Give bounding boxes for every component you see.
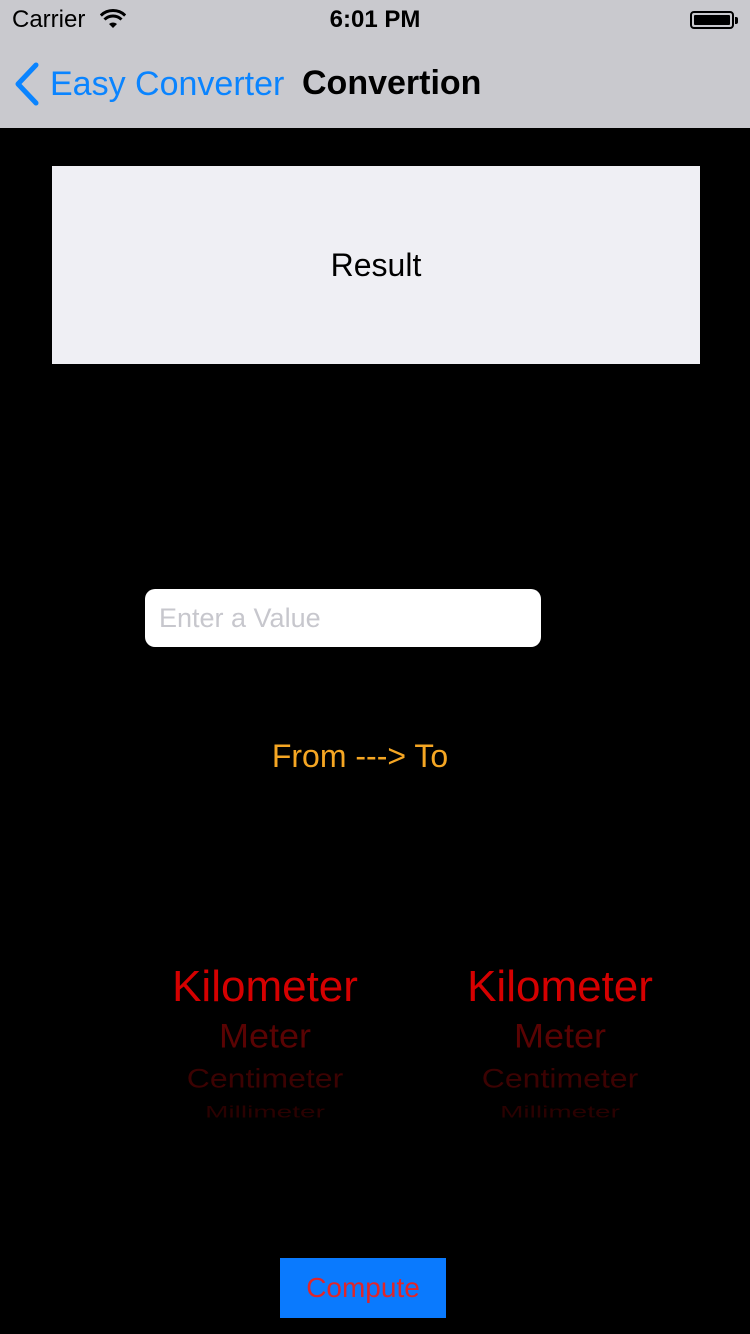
result-label: Result xyxy=(330,246,422,283)
navigation-bar: Carrier 6:01 PM Easy Converter Convertio… xyxy=(0,0,750,128)
from-unit-picker[interactable]: Kilometer Meter Centimeter Millimeter xyxy=(130,960,400,1130)
back-button-label: Easy Converter xyxy=(50,64,285,103)
picker-option[interactable]: Meter xyxy=(130,1016,400,1056)
status-bar: Carrier 6:01 PM xyxy=(0,0,750,40)
chevron-left-icon xyxy=(14,62,40,106)
picker-option[interactable]: Millimeter xyxy=(130,1102,400,1121)
to-unit-picker[interactable]: Kilometer Meter Centimeter Millimeter xyxy=(410,960,710,1130)
direction-label: From ---> To xyxy=(271,738,449,774)
picker-option-selected[interactable]: Kilometer xyxy=(130,962,400,1012)
picker-option[interactable]: Centimeter xyxy=(410,1063,710,1094)
picker-option[interactable]: Millimeter xyxy=(410,1102,710,1121)
picker-option-selected[interactable]: Kilometer xyxy=(410,962,710,1012)
status-time: 6:01 PM xyxy=(329,6,421,33)
back-button[interactable]: Easy Converter xyxy=(14,60,284,108)
result-display: Result xyxy=(52,166,700,364)
value-input[interactable] xyxy=(145,589,541,647)
compute-button[interactable]: Compute xyxy=(280,1258,446,1318)
battery-icon xyxy=(690,11,738,29)
picker-option[interactable]: Centimeter xyxy=(130,1063,400,1094)
page-title: Convertion xyxy=(302,64,482,102)
picker-option[interactable]: Meter xyxy=(410,1016,710,1056)
